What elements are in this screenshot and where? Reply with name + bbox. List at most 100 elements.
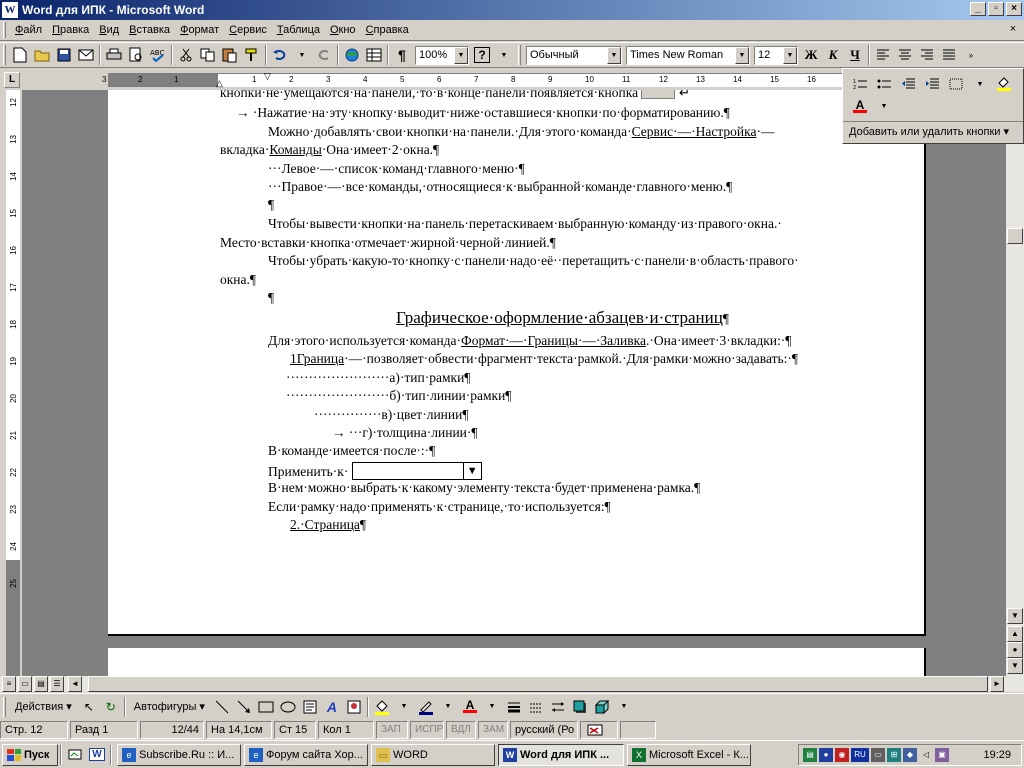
help-button[interactable]: ? xyxy=(471,44,493,66)
task-subscribe[interactable]: e Subscribe.Ru :: И... xyxy=(117,743,241,766)
first-line-indent-marker[interactable]: ▽ xyxy=(264,71,271,82)
bold-button[interactable]: Ж xyxy=(800,44,822,66)
draw-font-color-dropdown[interactable]: ▼ xyxy=(481,696,503,718)
menu-help[interactable]: Справка xyxy=(361,24,414,36)
underline-button[interactable]: Ч xyxy=(844,44,866,66)
oval-button[interactable] xyxy=(277,696,299,718)
text-box-button[interactable] xyxy=(299,696,321,718)
menu-format[interactable]: Формат xyxy=(175,24,224,36)
task-word-folder[interactable]: ▭ WORD xyxy=(371,743,495,766)
menu-table[interactable]: Таблица xyxy=(272,24,325,36)
status-extend[interactable]: ВДЛ xyxy=(446,721,476,739)
more-buttons[interactable]: » xyxy=(960,44,982,66)
font-combo[interactable]: Times New Roman ▼ xyxy=(626,45,750,65)
new-document-button[interactable] xyxy=(9,44,31,66)
highlight-dropdown[interactable]: ▼ xyxy=(1017,73,1024,95)
align-left-button[interactable] xyxy=(872,44,894,66)
line-color-dropdown[interactable]: ▼ xyxy=(437,696,459,718)
previous-page-button[interactable]: ▲ xyxy=(1007,626,1023,642)
vertical-scrollbar[interactable]: ▲ ▼ ▲ ● ▼ xyxy=(1006,90,1024,676)
display-icon[interactable]: ▭ xyxy=(871,748,885,762)
wordart-button[interactable]: A xyxy=(321,696,343,718)
vertical-scroll-thumb[interactable] xyxy=(1007,228,1023,244)
zoom-combo[interactable]: 100% ▼ xyxy=(415,45,469,65)
justify-button[interactable] xyxy=(938,44,960,66)
font-color-button[interactable]: A xyxy=(849,95,871,117)
quicklaunch-desktop[interactable] xyxy=(64,744,86,766)
format-painter-button[interactable] xyxy=(241,44,263,66)
menu-grip[interactable] xyxy=(3,22,6,38)
font-size-combo[interactable]: 12 ▼ xyxy=(754,45,798,65)
quicklaunch-word[interactable]: W xyxy=(86,744,108,766)
chevron-down-icon[interactable]: ▼ xyxy=(454,46,468,64)
align-right-button[interactable] xyxy=(916,44,938,66)
menu-insert[interactable]: Вставка xyxy=(124,24,175,36)
draw-actions-menu[interactable]: Действия ▾ xyxy=(9,700,78,713)
redo-button[interactable] xyxy=(313,44,335,66)
rectangle-button[interactable] xyxy=(255,696,277,718)
line-style-button[interactable] xyxy=(503,696,525,718)
open-button[interactable] xyxy=(31,44,53,66)
antivirus-icon[interactable]: ● xyxy=(819,748,833,762)
scroll-left-button[interactable]: ◄ xyxy=(68,676,82,692)
print-button[interactable] xyxy=(103,44,125,66)
show-hide-button[interactable]: ¶ xyxy=(391,44,413,66)
horizontal-scroll-thumb[interactable] xyxy=(88,676,988,692)
select-objects-button[interactable]: ↖ xyxy=(78,696,100,718)
print-layout-button[interactable]: ▤ xyxy=(34,676,48,692)
close-button[interactable]: × xyxy=(1006,2,1022,16)
undo-dropdown[interactable]: ▼ xyxy=(291,44,313,66)
draw-font-color-button[interactable]: A xyxy=(459,696,481,718)
toolbar-grip[interactable] xyxy=(518,45,521,65)
menu-tools[interactable]: Сервис xyxy=(224,24,272,36)
ruler-strip[interactable]: 3 2 1 1 2 3 4 5 6 7 8 9 10 11 12 13 14 15 16 ▽ △ xyxy=(102,71,842,89)
chevron-down-icon[interactable]: ▼ xyxy=(607,46,621,64)
task-forum[interactable]: e Форум сайта Хор... xyxy=(244,743,368,766)
menu-file[interactable]: Файл xyxy=(10,24,47,36)
clip-art-button[interactable] xyxy=(343,696,365,718)
highlight-button[interactable] xyxy=(993,73,1015,95)
menu-edit[interactable]: Правка xyxy=(47,24,94,36)
vertical-ruler-strip[interactable]: 12 13 14 15 16 17 18 19 20 21 22 23 24 25 xyxy=(6,90,20,676)
add-remove-buttons[interactable]: Добавить или удалить кнопки ▾ xyxy=(843,121,1023,141)
shadow-button[interactable] xyxy=(569,696,591,718)
scroll-right-button[interactable]: ► xyxy=(990,676,1004,692)
tab-selector[interactable]: L xyxy=(4,72,20,88)
connection-icon[interactable]: ⊞ xyxy=(887,748,901,762)
chevron-down-icon[interactable]: ▼ xyxy=(783,46,797,64)
browse-object-button[interactable]: ● xyxy=(1007,642,1023,658)
copy-button[interactable] xyxy=(197,44,219,66)
numbering-button[interactable]: 12 xyxy=(849,73,871,95)
free-rotate-button[interactable]: ↻ xyxy=(100,696,122,718)
autoshapes-menu[interactable]: Автофигуры ▾ xyxy=(128,700,211,713)
task-excel[interactable]: X Microsoft Excel - К... xyxy=(627,743,751,766)
toolbar-grip[interactable] xyxy=(3,696,6,717)
web-toolbar-button[interactable] xyxy=(341,44,363,66)
save-button[interactable] xyxy=(53,44,75,66)
font-color-dropdown[interactable]: ▼ xyxy=(873,95,895,117)
dash-style-button[interactable] xyxy=(525,696,547,718)
borders-dropdown[interactable]: ▼ xyxy=(969,73,991,95)
increase-indent-button[interactable] xyxy=(921,73,943,95)
horizontal-scrollbar[interactable]: ≡ ▭ ▤ ☰ ◄ ► xyxy=(0,676,1024,692)
paste-button[interactable] xyxy=(219,44,241,66)
decrease-indent-button[interactable] xyxy=(897,73,919,95)
undo-button[interactable] xyxy=(269,44,291,66)
draw-toolbar-options[interactable]: ▼ xyxy=(613,696,635,718)
chevron-down-icon[interactable]: ▼ xyxy=(735,46,749,64)
cut-button[interactable] xyxy=(175,44,197,66)
borders-button[interactable] xyxy=(945,73,967,95)
document-close-button[interactable]: × xyxy=(1006,23,1020,37)
minimize-button[interactable]: _ xyxy=(970,2,986,16)
fill-color-dropdown[interactable]: ▼ xyxy=(393,696,415,718)
arrow-style-button[interactable] xyxy=(547,696,569,718)
left-indent-marker[interactable]: △ xyxy=(216,78,223,89)
next-page[interactable] xyxy=(108,648,926,676)
normal-view-button[interactable]: ≡ xyxy=(2,676,16,692)
next-page-button[interactable]: ▼ xyxy=(1007,658,1023,674)
network-icon[interactable]: ▤ xyxy=(803,748,817,762)
status-record[interactable]: ЗАП xyxy=(376,721,408,739)
menu-view[interactable]: Вид xyxy=(94,24,124,36)
3d-button[interactable] xyxy=(591,696,613,718)
scroll-down-button[interactable]: ▼ xyxy=(1007,608,1023,624)
